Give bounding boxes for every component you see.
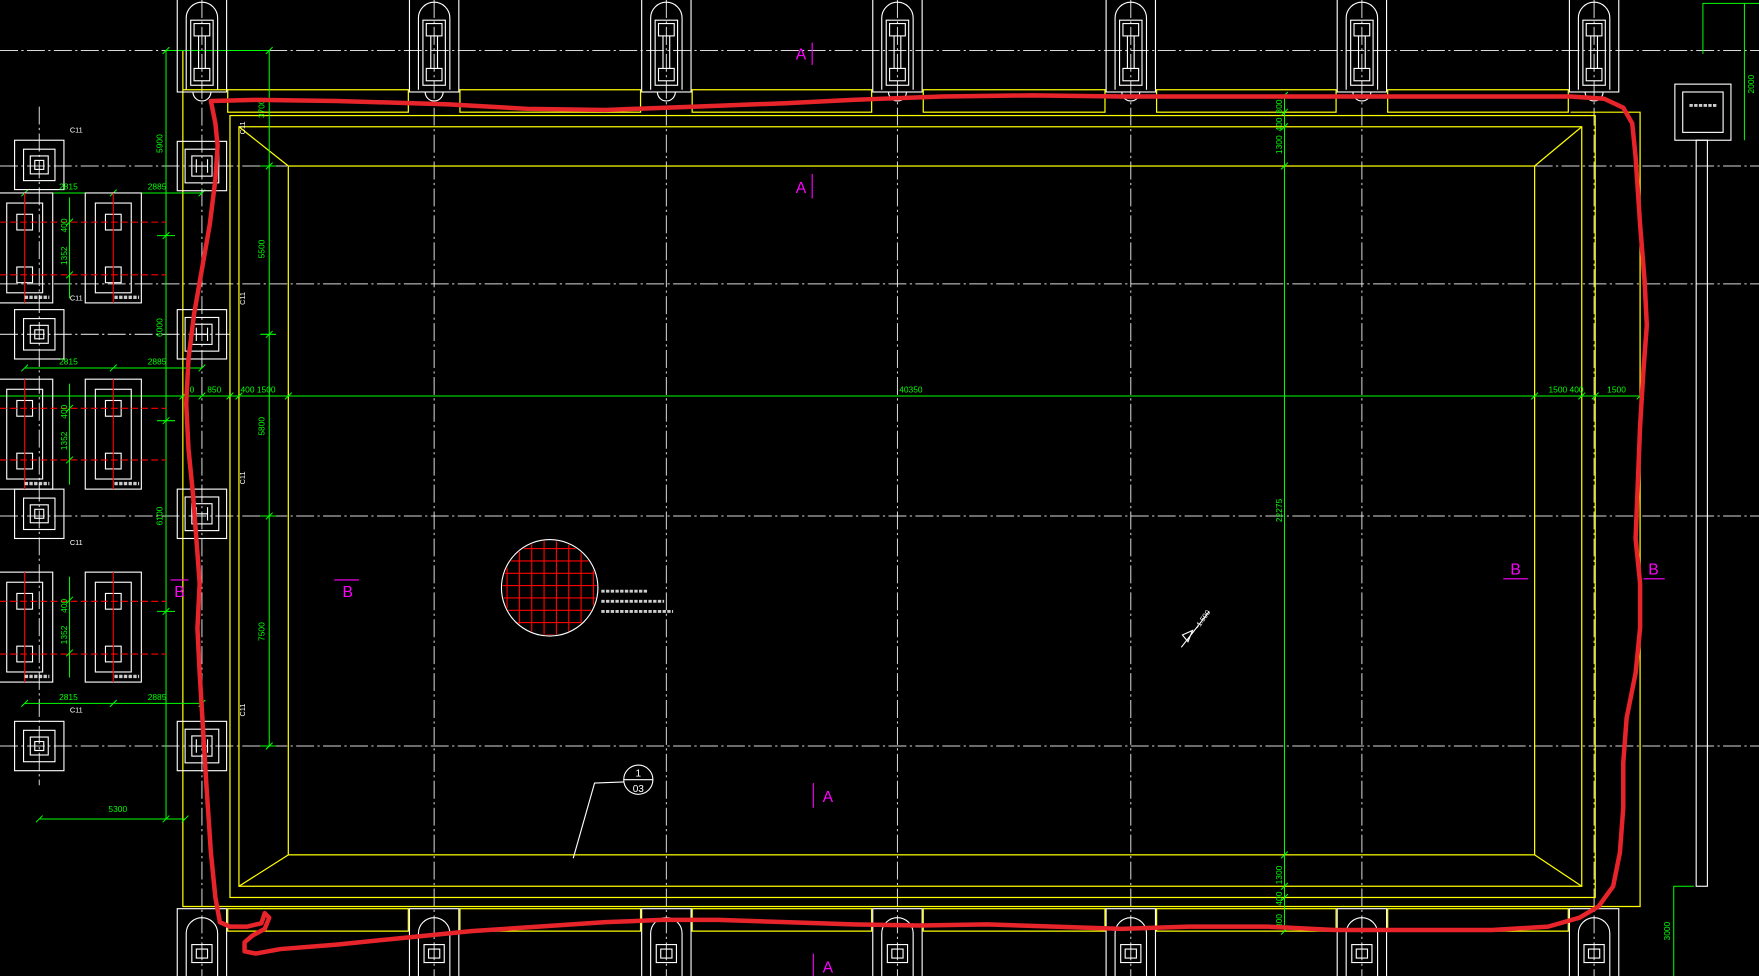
- pile-cap: [176, 488, 228, 540]
- detail-callout: 1 03: [572, 764, 654, 859]
- pit-top-segment: 1300: [1274, 135, 1284, 154]
- bay-height: 6100: [154, 506, 164, 525]
- pit-slope-top-edge: [238, 126, 1583, 887]
- cap-tag: C11: [70, 125, 83, 134]
- bay-height: 6000: [154, 318, 164, 337]
- column-tag: C11: [238, 121, 247, 134]
- elevation-mark-value: -1.500: [1193, 608, 1212, 630]
- right-riser: [1674, 83, 1732, 887]
- top-beam: [1155, 89, 1337, 113]
- section-mark-b: B: [1510, 561, 1520, 578]
- pit-left-dimension: 5500: [256, 239, 266, 258]
- pile-cap: [176, 309, 228, 360]
- pile-spacing-right: 2885: [148, 182, 167, 192]
- detail-callout-sheet: 03: [633, 784, 645, 795]
- pit-top-segment: 400: [1274, 117, 1284, 131]
- section-mark-b: B: [1648, 561, 1658, 578]
- pile-cap-double: [0, 571, 54, 683]
- left-pile-dimension-texts: 5900 6000 6100 2815 2815 2815 2885 2885 …: [59, 121, 247, 814]
- cap-tag: C11: [70, 705, 83, 714]
- bay-height: 5900: [154, 134, 164, 153]
- bottom-pile-caps: [176, 908, 1620, 976]
- cap-tag: C11: [70, 294, 83, 303]
- detail-callout-number: 1: [636, 768, 642, 779]
- right-top-dimension: 2000: [1746, 74, 1756, 93]
- right-bottom-dimension: 3000: [1662, 921, 1672, 940]
- right-bottom-dimension-line: [1673, 885, 1694, 976]
- pit-width-segment: 1500: [1607, 385, 1626, 395]
- section-marks: A A A A B B B B: [170, 42, 1665, 976]
- section-mark-b: B: [174, 584, 184, 601]
- top-beam: [922, 89, 1106, 113]
- pit-dimension-texts: 3700 5500 5800 7500 50 850 400 1500 4035…: [185, 74, 1756, 940]
- riser-pipe: [1695, 139, 1708, 887]
- sump-pit: [500, 539, 674, 637]
- pile-cap-double: [0, 192, 54, 304]
- pit-bottom-segment: 400: [1274, 891, 1284, 905]
- section-mark-a: A: [823, 789, 834, 806]
- pit-slope-corner-lines: [238, 126, 1583, 887]
- pile-spacing-left: 2815: [59, 692, 78, 702]
- section-mark-b: B: [343, 584, 353, 601]
- pile-spacing-right: 2885: [148, 692, 167, 702]
- pit-top-segment: 800: [1274, 99, 1284, 113]
- pit-width-total: 40350: [899, 385, 923, 395]
- pile-spacing-right: 2885: [148, 357, 167, 367]
- column-tag: C11: [238, 292, 247, 305]
- pile-offset-b: 1352: [59, 431, 69, 450]
- pit-left-dimension: 7500: [256, 622, 266, 641]
- pit-width-segment: 1500 400: [1549, 385, 1584, 395]
- section-mark-a: A: [823, 960, 834, 976]
- bottom-beam: [227, 908, 409, 932]
- column-tag: C11: [238, 704, 247, 717]
- top-beam: [1387, 89, 1569, 113]
- red-markup-outline: [183, 93, 1650, 956]
- pile-offset-a: 400: [59, 404, 69, 418]
- cad-drawing-canvas[interactable]: 1 03 -1.500 A A A A B B B B 5900 6000 61…: [0, 0, 1759, 976]
- pit-inner-wall: [229, 114, 1596, 899]
- detail-callout-leader: [572, 781, 624, 859]
- pile-spacing-left: 2815: [59, 357, 78, 367]
- pile-spacing-left: 2815: [59, 182, 78, 192]
- pit-outline: [182, 50, 1641, 932]
- sump-pit-note-illegible: [601, 589, 674, 613]
- cap-tag: C11: [70, 538, 83, 547]
- cap-tag-illegible: [24, 295, 140, 679]
- section-mark-a: A: [796, 180, 807, 197]
- pile-offset-b: 1352: [59, 625, 69, 644]
- riser-box-inner: [1682, 91, 1724, 133]
- dimension-lines: [0, 2, 1759, 976]
- pile-rebar-lines: [24, 192, 114, 683]
- pile-offset-a: 400: [59, 598, 69, 612]
- left-pile-groups: [0, 139, 167, 772]
- pit-outer-wall: [182, 50, 1641, 908]
- pit-width-segment: 400 1500: [240, 385, 275, 395]
- elevation-mark: -1.500: [1180, 608, 1212, 648]
- pile-offset-b: 1352: [59, 246, 69, 265]
- section-mark-a: A: [796, 46, 807, 63]
- pit-left-dimension: 5800: [256, 417, 266, 436]
- pit-width-segment: 850: [207, 385, 221, 395]
- pit-bottom-segment: 1300: [1274, 865, 1284, 884]
- bottom-width: 5300: [108, 804, 127, 814]
- pit-floor: [287, 165, 1536, 856]
- pile-offset-a: 400: [59, 218, 69, 232]
- column-tag: C11: [238, 471, 247, 484]
- pit-height-total: 22275: [1274, 498, 1284, 522]
